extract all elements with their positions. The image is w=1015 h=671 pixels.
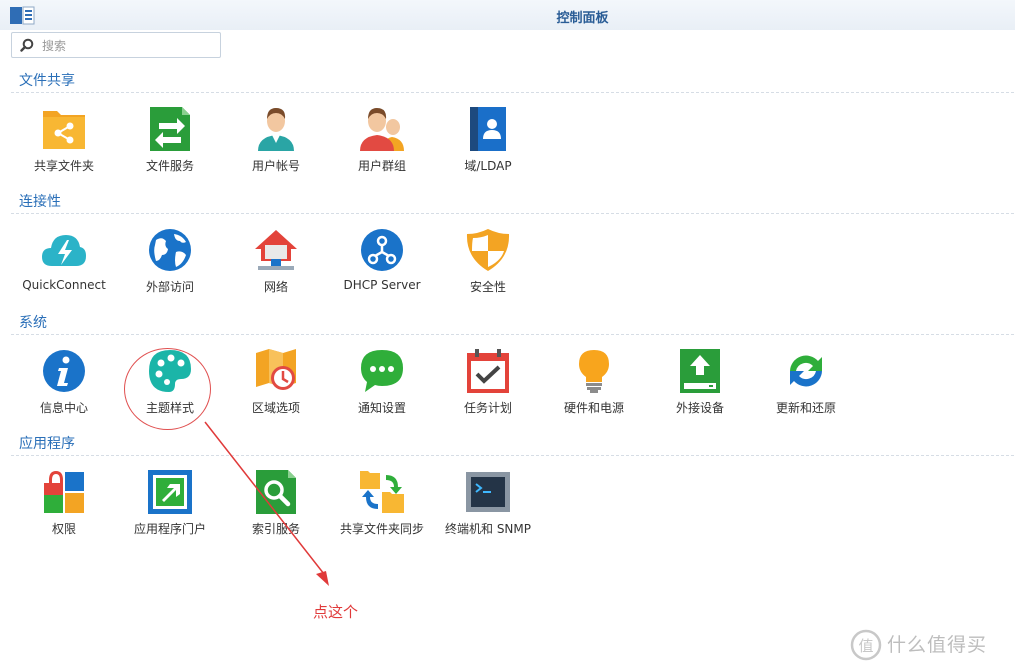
annotation-text: 点这个	[313, 603, 359, 621]
watermark-text: 什么值得买	[887, 634, 988, 656]
svg-text:值: 值	[858, 637, 873, 655]
watermark-logo-icon: 值	[850, 629, 882, 661]
watermark: 值 什么值得买	[845, 628, 1015, 662]
annotation-arrow	[204, 421, 329, 586]
